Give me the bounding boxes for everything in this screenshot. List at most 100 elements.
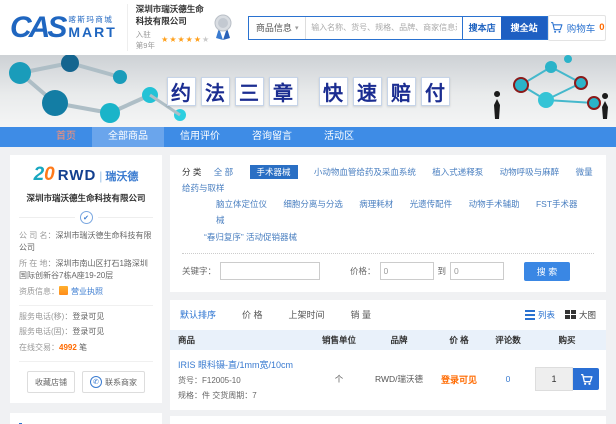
slogan-char: 快 [319,77,348,106]
category-row-2: 脑立体定位仪 细胞分离与分选 病理耗材 光遗传配件 动物手术辅助 FST手术器械 [216,196,594,228]
phone-fixed-line: 服务电话(固)：登录可见 [19,326,153,338]
cart-icon [550,21,563,34]
product-comment-count[interactable]: 0 [488,374,528,384]
rwd-logo-divider: | [99,169,102,183]
price-to-input[interactable] [450,262,504,280]
view-toggles: 列表 大图 [525,309,596,321]
slogan-char: 付 [421,77,450,106]
rwd-logo-chinese: 瑞沃德 [105,168,138,184]
price-from-input[interactable] [380,262,434,280]
category-fst-instruments[interactable]: FST手术器械 [216,199,578,225]
chevron-down-icon: ▾ [295,24,299,32]
divider [19,361,153,362]
filter-search-button[interactable]: 搜 索 [524,262,570,281]
category-optogenetics-accessories[interactable]: 光遗传配件 [410,199,453,209]
list-view-icon [525,310,535,320]
store-meta: 深圳市瑞沃德生命科技有限公司 入驻第9年 ★★★★★★ [127,4,210,50]
nav-credit-rating[interactable]: 信用评价 [164,127,236,147]
rwd-logo-text: RWD [58,167,97,184]
category-implantable-pumps[interactable]: 植入式递释泵 [432,167,483,177]
company-address-line: 所 在 地：深圳市南山区打石1路深圳国际创新谷7栋A座19-20层 [19,258,153,283]
category-stereotaxic[interactable]: 脑立体定位仪 [216,199,267,209]
category-promo-instruments[interactable]: “春归复序” 活动促销器械 [204,232,297,242]
nav-inquiry-messages[interactable]: 咨询留言 [236,127,308,147]
company-name-line: 公 司 名：深圳市瑞沃德生命科技有限公司 [19,230,153,255]
logo-right: 喀斯玛商城 MART [68,14,116,40]
divider [182,253,594,254]
category-surgery-assist[interactable]: 动物手术辅助 [469,199,520,209]
cart-icon [580,373,593,386]
license-icon [59,286,68,295]
product-row: 精细镊-直/尖部0.35x0.55mm/11cm 货号：F13002-11 规格… [170,416,606,424]
logo-cas-text: CAS [10,13,64,43]
store-name: 深圳市瑞沃德生命科技有限公司 [136,4,210,26]
category-pathology-consumables[interactable]: 病理耗材 [359,199,393,209]
category-surgical-instruments[interactable]: 手术器械 [250,165,298,179]
header-comments: 评论数 [488,334,528,346]
rwd-anniversary-number: 20 [34,165,55,184]
product-brand: RWD/瑞沃德 [368,373,430,385]
content: 20 RWD | 瑞沃德 深圳市瑞沃德生命科技有限公司 ✔ 公 司 名：深圳市瑞… [0,147,616,424]
sidebar: 20 RWD | 瑞沃德 深圳市瑞沃德生命科技有限公司 ✔ 公 司 名：深圳市瑞… [10,155,162,424]
category-respiration-anesthesia[interactable]: 动物呼吸与麻醉 [500,167,560,177]
search-store-button[interactable]: 搜本店 [462,17,501,39]
verified-badge-icon: ✔ [80,211,93,224]
add-to-cart-button[interactable] [573,368,599,390]
quantity-input[interactable] [535,367,573,391]
category-vascular-dosing[interactable]: 小动物血管给药及采血系统 [314,167,416,177]
slogan-char: 章 [269,77,298,106]
store-rating-stars: ★★★★★★ [161,36,210,44]
page: CAS 喀斯玛商城 MART 深圳市瑞沃德生命科技有限公司 入驻第9年 ★★★★… [0,0,616,424]
online-service-card: 在线客服 [10,413,162,424]
phone-mobile-line: 服务电话(移)：登录可见 [19,311,153,323]
search-category-dropdown[interactable]: 商品信息 ▾ [249,17,306,39]
favorite-shop-button[interactable]: 收藏店铺 [27,371,75,393]
search-category-label: 商品信息 [256,21,292,34]
business-license-link[interactable]: 营业执照 [71,287,103,296]
sort-default[interactable]: 默认排序 [180,308,216,321]
sort-listing-time[interactable]: 上架时间 [289,308,325,321]
slogan-char: 三 [235,77,264,106]
sort-sales[interactable]: 销 量 [351,308,372,321]
header-sales-unit: 销售单位 [310,334,368,346]
header-buy: 购买 [528,334,606,346]
slogan-char: 速 [353,77,382,106]
banner-slogan: 约 法 三 章 快 速 赔 付 [0,55,616,127]
cart-count-badge: 0 [599,22,604,33]
keyword-input[interactable] [220,262,320,280]
shop-company-name: 深圳市瑞沃德生命科技有限公司 [19,192,153,204]
buy-cell [528,367,606,391]
divider [19,305,153,306]
promo-banner: 约 法 三 章 快 速 赔 付 [0,55,616,127]
casmart-logo[interactable]: CAS 喀斯玛商城 MART [10,13,117,43]
category-filter-card: 分 类 全 部 手术器械 小动物血管给药及采血系统 植入式递释泵 动物呼吸与麻醉… [170,155,606,292]
shop-info-card: 20 RWD | 瑞沃德 深圳市瑞沃德生命科技有限公司 ✔ 公 司 名：深圳市瑞… [10,155,162,403]
nav-home[interactable]: 首页 [40,127,92,147]
contact-seller-button[interactable]: ✆ 联系商家 [82,371,145,393]
search-input[interactable] [306,17,462,39]
keyword-label: 关键字： [182,265,216,277]
sort-price[interactable]: 价 格 [242,308,263,321]
nav-all-products[interactable]: 全部商品 [92,127,164,147]
list-view-toggle[interactable]: 列表 [525,309,555,321]
rwd-logo: 20 RWD | 瑞沃德 [19,165,153,184]
medal-icon [212,14,234,42]
category-row-3: “春归复序” 活动促销器械 [204,229,594,245]
contact-icon: ✆ [90,376,102,388]
cart-label: 购物车 [567,21,596,35]
price-to-label: 到 [438,265,447,277]
cart-button[interactable]: 购物车 0 [548,15,606,41]
nav-activity-zone[interactable]: 活动区 [308,127,370,147]
product-title-link[interactable]: IRIS 眼科镊-直/1mm宽/10cm [178,358,310,371]
slogan-char: 约 [167,77,196,106]
grid-view-toggle[interactable]: 大图 [565,309,596,321]
main-panel: 分 类 全 部 手术器械 小动物血管给药及采血系统 植入式递释泵 动物呼吸与麻醉… [170,155,606,424]
category-all[interactable]: 全 部 [214,167,233,177]
category-row-1: 分 类 全 部 手术器械 小动物血管给药及采血系统 植入式递释泵 动物呼吸与麻醉… [182,164,594,196]
shop-action-buttons: 收藏店铺 ✆ 联系商家 [19,371,153,393]
category-cell-separation[interactable]: 细胞分离与分选 [283,199,343,209]
search-all-button[interactable]: 搜全站 [501,17,547,39]
badge-divider: ✔ [19,211,153,224]
header-price: 价 格 [430,334,488,346]
product-sku-line: 货号：F12005-10 [178,375,310,386]
